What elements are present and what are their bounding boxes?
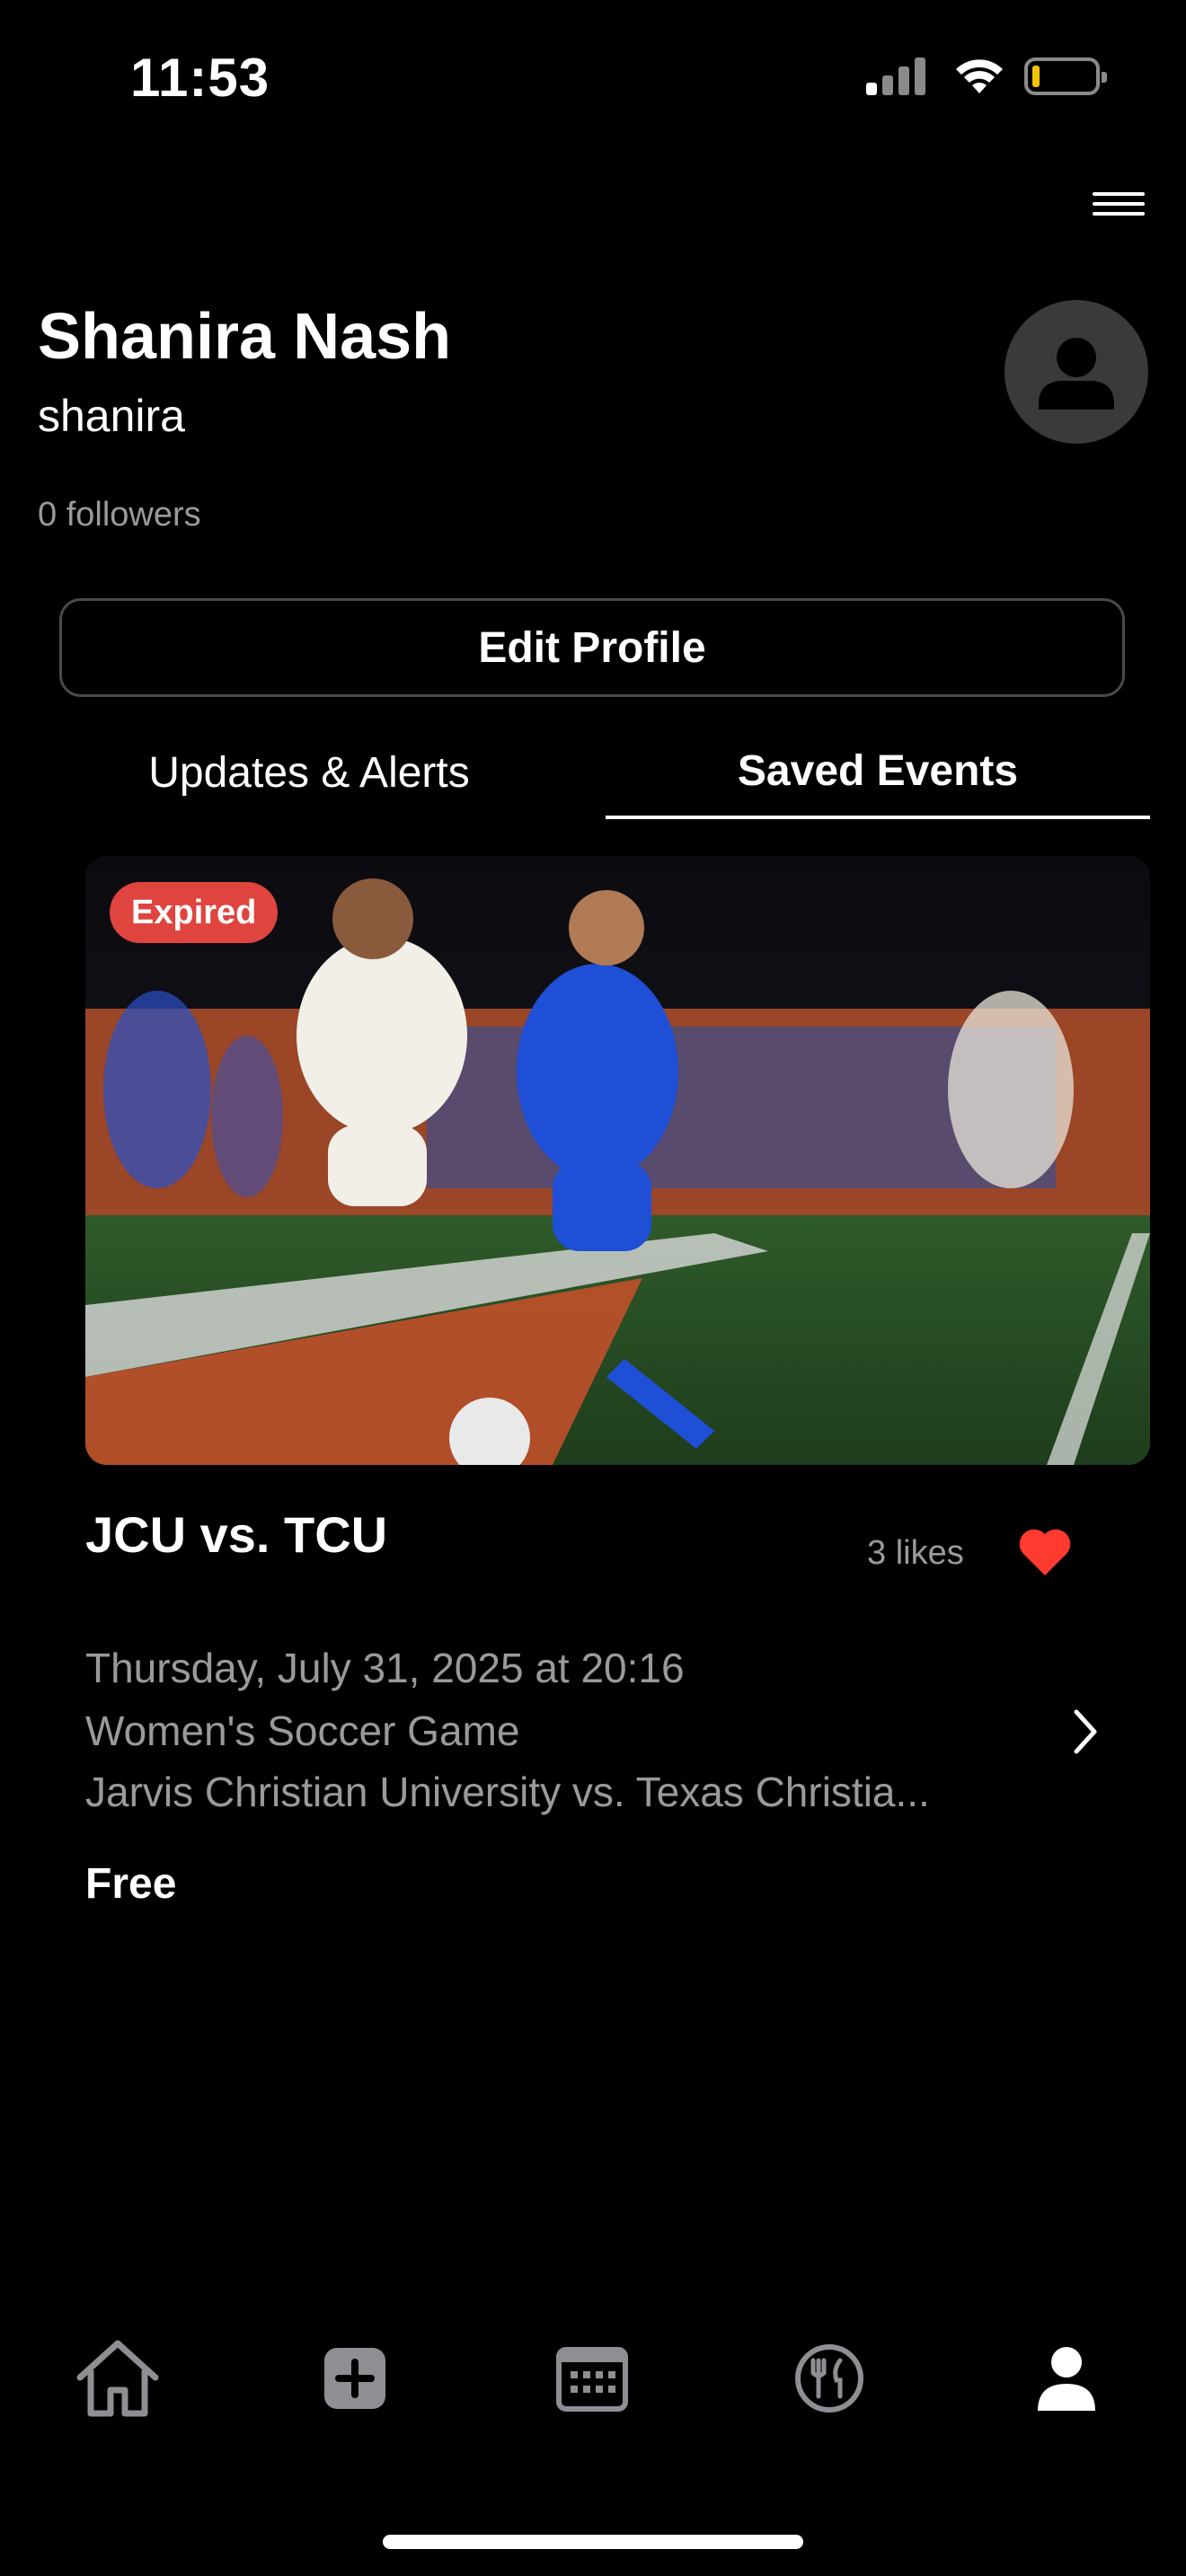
chevron-right-icon[interactable] <box>1069 1707 1102 1757</box>
edit-profile-button[interactable]: Edit Profile <box>59 598 1125 697</box>
battery-icon <box>1024 57 1107 95</box>
profile-name: Shanira Nash <box>38 301 452 373</box>
nav-add[interactable] <box>310 2333 400 2423</box>
event-price: Free <box>85 1860 177 1908</box>
profile-icon <box>1038 2347 1095 2411</box>
home-icon <box>76 2340 159 2417</box>
event-date: Thursday, July 31, 2025 at 20:16 <box>85 1645 685 1691</box>
dining-icon <box>795 2344 863 2413</box>
status-time: 11:53 <box>130 48 270 108</box>
heart-icon[interactable] <box>1018 1527 1072 1577</box>
wifi-icon <box>956 59 1003 93</box>
cellular-signal-icon <box>866 57 925 95</box>
nav-calendar[interactable] <box>547 2333 637 2423</box>
event-teams: Jarvis Christian University vs. Texas Ch… <box>85 1769 930 1815</box>
nav-profile[interactable] <box>1022 2333 1111 2423</box>
expired-badge: Expired <box>110 882 279 943</box>
followers-count[interactable]: 0 followers <box>38 496 201 534</box>
tab-updates-alerts[interactable]: Updates & Alerts <box>40 726 579 819</box>
profile-username: shanira <box>38 391 185 441</box>
person-icon <box>1039 338 1114 410</box>
avatar[interactable] <box>1005 300 1148 444</box>
calendar-icon <box>556 2347 628 2412</box>
event-title[interactable]: JCU vs. TCU <box>85 1505 387 1564</box>
nav-home[interactable] <box>73 2333 163 2423</box>
event-image[interactable] <box>85 856 1150 1465</box>
nav-dining[interactable] <box>784 2333 874 2423</box>
add-icon <box>324 2348 385 2409</box>
home-indicator[interactable] <box>383 2535 803 2549</box>
likes-count: 3 likes <box>867 1534 964 1572</box>
tab-saved-events[interactable]: Saved Events <box>606 726 1150 819</box>
menu-icon[interactable] <box>1093 192 1145 221</box>
event-category: Women's Soccer Game <box>85 1707 520 1754</box>
